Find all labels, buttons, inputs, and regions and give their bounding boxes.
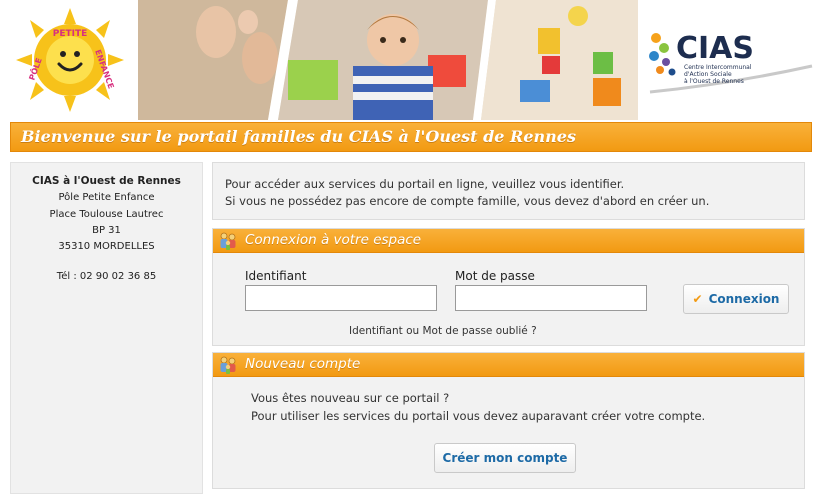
create-account-button[interactable]: Créer mon compte <box>434 443 576 473</box>
family-icon <box>220 232 236 250</box>
organisation-name: CIAS à l'Ouest de Rennes <box>32 175 181 187</box>
check-icon: ✔ <box>692 292 703 306</box>
svg-text:CIAS: CIAS <box>676 31 754 66</box>
svg-text:d'Action Sociale: d'Action Sociale <box>684 71 732 78</box>
login-panel: Connexion à votre espace Identifiant Mot… <box>212 228 805 346</box>
svg-text:Centre Intercommunal: Centre Intercommunal <box>684 64 752 71</box>
svg-text:PETITE: PETITE <box>53 29 88 39</box>
address-line: Place Toulouse Lautrec <box>49 209 164 220</box>
contact-sidebar: CIAS à l'Ouest de Rennes Pôle Petite Enf… <box>10 162 203 494</box>
login-panel-header: Connexion à votre espace <box>213 229 804 253</box>
connexion-button-label: Connexion <box>708 292 780 306</box>
svg-text:à l'Ouest de Rennes: à l'Ouest de Rennes <box>684 78 744 85</box>
new-account-panel-title: Nouveau compte <box>245 356 361 372</box>
page-title: Bienvenue sur le portail familles du CIA… <box>21 127 576 146</box>
intro-line: Si vous ne possédez pas encore de compte… <box>225 194 710 208</box>
new-account-panel: Nouveau compte Vous êtes nouveau sur ce … <box>212 352 805 489</box>
new-account-panel-header: Nouveau compte <box>213 353 804 377</box>
new-account-instructions: Pour utiliser les services du portail vo… <box>251 409 706 423</box>
intro-box: Pour accéder aux services du portail en … <box>212 162 805 220</box>
connexion-button[interactable]: ✔ Connexion <box>683 284 789 314</box>
forgot-credentials-link[interactable]: Identifiant ou Mot de passe oublié ? <box>349 325 537 337</box>
address-line: 35310 MORDELLES <box>58 241 155 252</box>
header-banner: PETITE PÔLE ENFANCE CIAS Centre Intercom… <box>0 0 821 120</box>
welcome-title-bar: Bienvenue sur le portail familles du CIA… <box>10 122 812 152</box>
pole-petite-enfance-logo: PETITE PÔLE ENFANCE <box>16 8 124 112</box>
identifier-label: Identifiant <box>245 269 307 283</box>
intro-line: Pour accéder aux services du portail en … <box>225 177 625 191</box>
address-line: BP 31 <box>92 225 121 236</box>
identifier-input[interactable] <box>245 285 437 311</box>
cias-logo: CIAS Centre Intercommunal d'Action Socia… <box>649 31 813 94</box>
phone-number: Tél : 02 90 02 36 85 <box>56 271 157 282</box>
password-input[interactable] <box>455 285 647 311</box>
family-icon <box>220 356 236 374</box>
password-label: Mot de passe <box>455 269 535 283</box>
address-line: Pôle Petite Enfance <box>58 192 155 203</box>
login-panel-title: Connexion à votre espace <box>245 232 422 248</box>
banner-photo-strip <box>138 0 638 120</box>
new-account-question: Vous êtes nouveau sur ce portail ? <box>251 391 450 405</box>
